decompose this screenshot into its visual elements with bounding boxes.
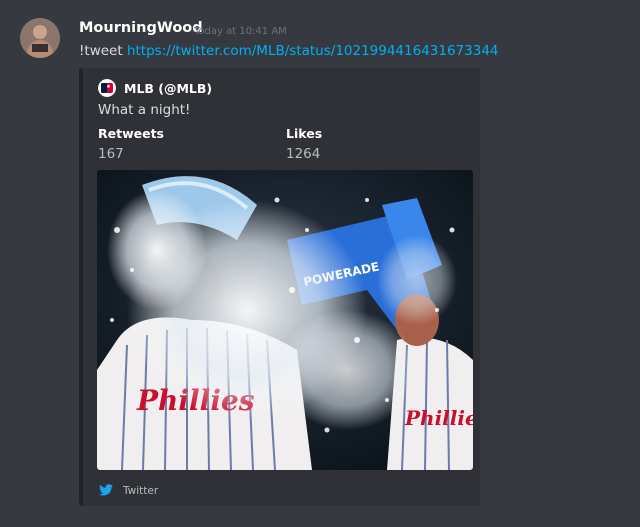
embed-author[interactable]: MLB (@MLB) <box>98 79 212 97</box>
jersey-right-text: Phillies <box>404 406 473 430</box>
field-likes-name: Likes <box>286 126 323 141</box>
field-retweets: Retweets 167 <box>98 126 164 162</box>
embed-image[interactable]: POWERADE Phillies Phillies <box>97 170 473 470</box>
field-retweets-name: Retweets <box>98 126 164 141</box>
embed-description: What a night! <box>98 102 191 118</box>
message-command: !tweet <box>79 43 123 59</box>
mlb-logo-icon <box>98 79 116 97</box>
embed-footer: Twitter <box>99 481 158 500</box>
twitter-bird-icon <box>99 481 113 500</box>
embed-footer-text: Twitter <box>123 484 159 497</box>
user-avatar[interactable] <box>20 18 60 58</box>
field-retweets-value: 167 <box>98 146 124 162</box>
message-content: !tweet https://twitter.com/MLB/status/10… <box>79 43 499 59</box>
tweet-link[interactable]: https://twitter.com/MLB/status/102199441… <box>127 43 499 59</box>
message-username[interactable]: MourningWood <box>79 20 203 36</box>
message-timestamp: Today at 10:41 AM <box>194 26 287 37</box>
field-likes: Likes 1264 <box>286 126 322 162</box>
field-likes-value: 1264 <box>286 146 321 162</box>
tweet-embed: MLB (@MLB) What a night! Retweets 167 Li… <box>79 68 480 506</box>
embed-author-name[interactable]: MLB (@MLB) <box>124 81 212 96</box>
